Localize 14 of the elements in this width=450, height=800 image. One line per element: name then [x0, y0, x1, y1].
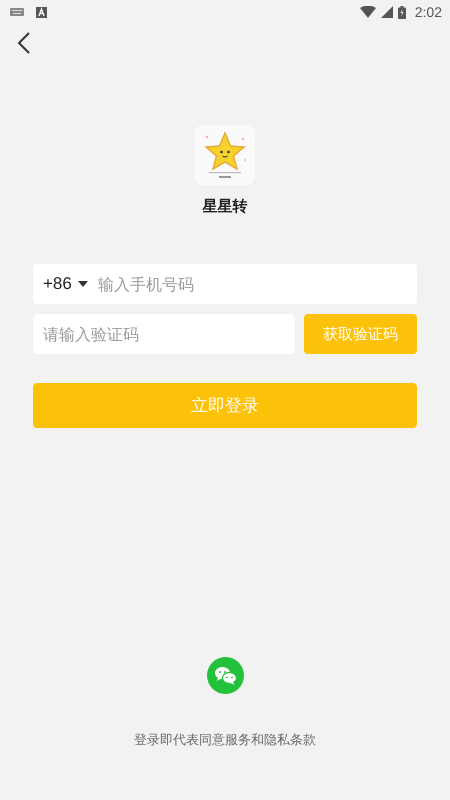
text-icon — [36, 6, 47, 18]
back-icon[interactable] — [17, 32, 31, 54]
wifi-icon — [360, 6, 376, 18]
status-time: 2:02 — [414, 4, 442, 20]
signal-icon — [380, 6, 393, 18]
code-field[interactable]: 请输入验证码 — [33, 314, 295, 354]
star-logo-icon — [195, 125, 255, 185]
keyboard-icon — [10, 8, 24, 16]
phone-field[interactable]: +86 输入手机号码 — [33, 264, 417, 304]
battery-icon — [398, 6, 406, 18]
country-code[interactable]: +86 — [43, 274, 72, 294]
app-name: 星星转 — [202, 197, 248, 216]
dropdown-icon[interactable] — [78, 281, 88, 287]
terms-text[interactable]: 登录即代表同意服务和隐私条款 — [134, 731, 316, 749]
